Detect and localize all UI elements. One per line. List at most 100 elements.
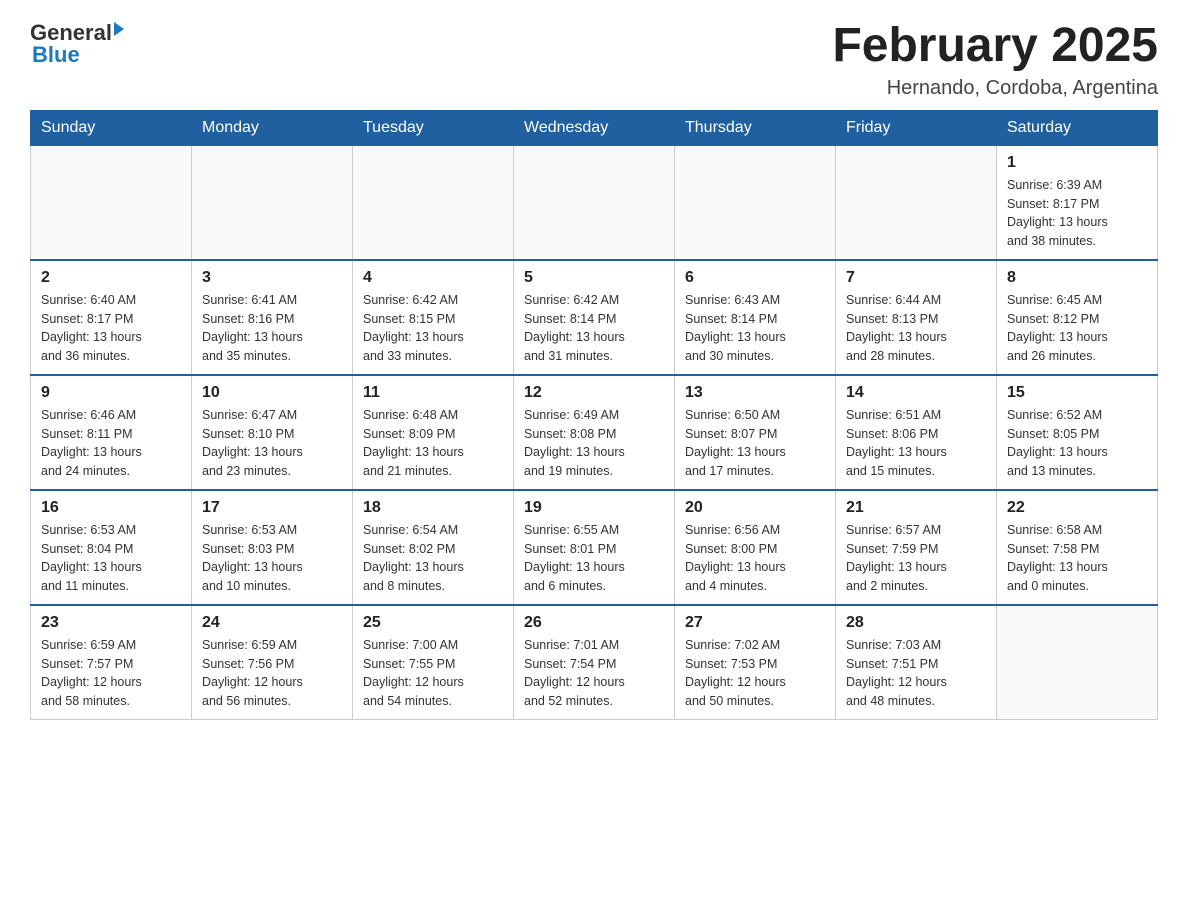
calendar-cell-week5-day6: 28 Sunrise: 7:03 AM Sunset: 7:51 PM Dayli… — [836, 605, 997, 720]
day-info: Sunrise: 6:45 AM Sunset: 8:12 PM Dayligh… — [1007, 291, 1147, 366]
day-number: 1 — [1007, 154, 1147, 172]
day-number: 18 — [363, 499, 503, 517]
day-info: Sunrise: 6:53 AM Sunset: 8:04 PM Dayligh… — [41, 521, 181, 596]
calendar-week-1: 1 Sunrise: 6:39 AM Sunset: 8:17 PM Daylig… — [31, 145, 1158, 260]
calendar-week-5: 23Sunrise: 6:59 AM Sunset: 7:57 PM Dayli… — [31, 605, 1158, 720]
day-info: Sunrise: 6:59 AM Sunset: 7:57 PM Dayligh… — [41, 636, 181, 711]
day-info: Sunrise: 6:58 AM Sunset: 7:58 PM Dayligh… — [1007, 521, 1147, 596]
day-info: Sunrise: 6:51 AM Sunset: 8:06 PM Dayligh… — [846, 406, 986, 481]
weekday-header-sunday: Sunday — [31, 110, 192, 145]
day-info: Sunrise: 6:47 AM Sunset: 8:10 PM Dayligh… — [202, 406, 342, 481]
calendar-cell-week5-day5: 27Sunrise: 7:02 AM Sunset: 7:53 PM Dayli… — [675, 605, 836, 720]
calendar-header: SundayMondayTuesdayWednesdayThursdayFrid… — [31, 110, 1158, 145]
calendar-cell-week1-day6 — [836, 145, 997, 260]
weekday-header-wednesday: Wednesday — [514, 110, 675, 145]
day-info: Sunrise: 6:49 AM Sunset: 8:08 PM Dayligh… — [524, 406, 664, 481]
weekday-header-tuesday: Tuesday — [353, 110, 514, 145]
day-number: 3 — [202, 269, 342, 287]
day-info: Sunrise: 6:56 AM Sunset: 8:00 PM Dayligh… — [685, 521, 825, 596]
calendar-week-2: 2 Sunrise: 6:40 AM Sunset: 8:17 PM Daylig… — [31, 260, 1158, 375]
calendar-cell-week2-day5: 6 Sunrise: 6:43 AM Sunset: 8:14 PM Daylig… — [675, 260, 836, 375]
weekday-header-thursday: Thursday — [675, 110, 836, 145]
weekday-header-saturday: Saturday — [997, 110, 1158, 145]
day-number: 9 — [41, 384, 181, 402]
calendar-cell-week4-day1: 16Sunrise: 6:53 AM Sunset: 8:04 PM Dayli… — [31, 490, 192, 605]
day-info: Sunrise: 6:55 AM Sunset: 8:01 PM Dayligh… — [524, 521, 664, 596]
calendar-cell-week2-day7: 8 Sunrise: 6:45 AM Sunset: 8:12 PM Daylig… — [997, 260, 1158, 375]
day-number: 14 — [846, 384, 986, 402]
weekday-header-row: SundayMondayTuesdayWednesdayThursdayFrid… — [31, 110, 1158, 145]
day-info: Sunrise: 6:46 AM Sunset: 8:11 PM Dayligh… — [41, 406, 181, 481]
calendar-cell-week3-day5: 13 Sunrise: 6:50 AM Sunset: 8:07 PM Dayli… — [675, 375, 836, 490]
calendar-cell-week4-day2: 17 Sunrise: 6:53 AM Sunset: 8:03 PM Dayli… — [192, 490, 353, 605]
logo: General Blue — [30, 20, 124, 68]
day-number: 12 — [524, 384, 664, 402]
calendar-cell-week2-day2: 3 Sunrise: 6:41 AM Sunset: 8:16 PM Daylig… — [192, 260, 353, 375]
day-info: Sunrise: 7:01 AM Sunset: 7:54 PM Dayligh… — [524, 636, 664, 711]
day-number: 5 — [524, 269, 664, 287]
calendar-table: SundayMondayTuesdayWednesdayThursdayFrid… — [30, 110, 1158, 720]
day-info: Sunrise: 6:54 AM Sunset: 8:02 PM Dayligh… — [363, 521, 503, 596]
calendar-cell-week3-day7: 15 Sunrise: 6:52 AM Sunset: 8:05 PM Dayli… — [997, 375, 1158, 490]
day-number: 2 — [41, 269, 181, 287]
day-number: 10 — [202, 384, 342, 402]
calendar-cell-week4-day5: 20 Sunrise: 6:56 AM Sunset: 8:00 PM Dayli… — [675, 490, 836, 605]
day-number: 21 — [846, 499, 986, 517]
day-info: Sunrise: 6:44 AM Sunset: 8:13 PM Dayligh… — [846, 291, 986, 366]
calendar-cell-week5-day2: 24 Sunrise: 6:59 AM Sunset: 7:56 PM Dayli… — [192, 605, 353, 720]
calendar-subtitle: Hernando, Cordoba, Argentina — [832, 77, 1158, 100]
logo-arrow-icon — [114, 22, 124, 36]
calendar-cell-week2-day4: 5Sunrise: 6:42 AM Sunset: 8:14 PM Daylig… — [514, 260, 675, 375]
day-number: 24 — [202, 614, 342, 632]
day-info: Sunrise: 6:41 AM Sunset: 8:16 PM Dayligh… — [202, 291, 342, 366]
logo-blue-text: Blue — [32, 42, 80, 68]
day-info: Sunrise: 6:53 AM Sunset: 8:03 PM Dayligh… — [202, 521, 342, 596]
day-number: 8 — [1007, 269, 1147, 287]
calendar-cell-week4-day3: 18 Sunrise: 6:54 AM Sunset: 8:02 PM Dayli… — [353, 490, 514, 605]
day-info: Sunrise: 6:40 AM Sunset: 8:17 PM Dayligh… — [41, 291, 181, 366]
weekday-header-monday: Monday — [192, 110, 353, 145]
day-info: Sunrise: 6:39 AM Sunset: 8:17 PM Dayligh… — [1007, 176, 1147, 251]
day-number: 15 — [1007, 384, 1147, 402]
calendar-cell-week3-day6: 14 Sunrise: 6:51 AM Sunset: 8:06 PM Dayli… — [836, 375, 997, 490]
calendar-cell-week3-day1: 9 Sunrise: 6:46 AM Sunset: 8:11 PM Daylig… — [31, 375, 192, 490]
calendar-cell-week3-day3: 11 Sunrise: 6:48 AM Sunset: 8:09 PM Dayli… — [353, 375, 514, 490]
calendar-cell-week3-day2: 10 Sunrise: 6:47 AM Sunset: 8:10 PM Dayli… — [192, 375, 353, 490]
calendar-cell-week4-day4: 19 Sunrise: 6:55 AM Sunset: 8:01 PM Dayli… — [514, 490, 675, 605]
day-number: 26 — [524, 614, 664, 632]
calendar-cell-week5-day1: 23Sunrise: 6:59 AM Sunset: 7:57 PM Dayli… — [31, 605, 192, 720]
day-number: 28 — [846, 614, 986, 632]
day-number: 6 — [685, 269, 825, 287]
weekday-header-friday: Friday — [836, 110, 997, 145]
day-info: Sunrise: 6:57 AM Sunset: 7:59 PM Dayligh… — [846, 521, 986, 596]
page-header: General Blue February 2025 Hernando, Cor… — [30, 20, 1158, 100]
day-info: Sunrise: 7:03 AM Sunset: 7:51 PM Dayligh… — [846, 636, 986, 711]
day-info: Sunrise: 7:00 AM Sunset: 7:55 PM Dayligh… — [363, 636, 503, 711]
title-block: February 2025 Hernando, Cordoba, Argenti… — [832, 20, 1158, 100]
day-number: 20 — [685, 499, 825, 517]
calendar-body: 1 Sunrise: 6:39 AM Sunset: 8:17 PM Daylig… — [31, 145, 1158, 719]
calendar-cell-week2-day3: 4 Sunrise: 6:42 AM Sunset: 8:15 PM Daylig… — [353, 260, 514, 375]
day-number: 13 — [685, 384, 825, 402]
calendar-cell-week1-day4 — [514, 145, 675, 260]
day-info: Sunrise: 6:59 AM Sunset: 7:56 PM Dayligh… — [202, 636, 342, 711]
calendar-cell-week5-day7 — [997, 605, 1158, 720]
calendar-cell-week1-day5 — [675, 145, 836, 260]
calendar-week-3: 9 Sunrise: 6:46 AM Sunset: 8:11 PM Daylig… — [31, 375, 1158, 490]
calendar-cell-week1-day1 — [31, 145, 192, 260]
day-info: Sunrise: 6:50 AM Sunset: 8:07 PM Dayligh… — [685, 406, 825, 481]
day-info: Sunrise: 6:43 AM Sunset: 8:14 PM Dayligh… — [685, 291, 825, 366]
calendar-title: February 2025 — [832, 20, 1158, 73]
calendar-cell-week1-day2 — [192, 145, 353, 260]
day-number: 17 — [202, 499, 342, 517]
day-number: 22 — [1007, 499, 1147, 517]
calendar-cell-week5-day3: 25Sunrise: 7:00 AM Sunset: 7:55 PM Dayli… — [353, 605, 514, 720]
day-info: Sunrise: 6:52 AM Sunset: 8:05 PM Dayligh… — [1007, 406, 1147, 481]
day-number: 4 — [363, 269, 503, 287]
day-number: 19 — [524, 499, 664, 517]
calendar-cell-week2-day6: 7Sunrise: 6:44 AM Sunset: 8:13 PM Daylig… — [836, 260, 997, 375]
day-number: 11 — [363, 384, 503, 402]
day-info: Sunrise: 6:48 AM Sunset: 8:09 PM Dayligh… — [363, 406, 503, 481]
calendar-cell-week2-day1: 2 Sunrise: 6:40 AM Sunset: 8:17 PM Daylig… — [31, 260, 192, 375]
day-info: Sunrise: 6:42 AM Sunset: 8:15 PM Dayligh… — [363, 291, 503, 366]
